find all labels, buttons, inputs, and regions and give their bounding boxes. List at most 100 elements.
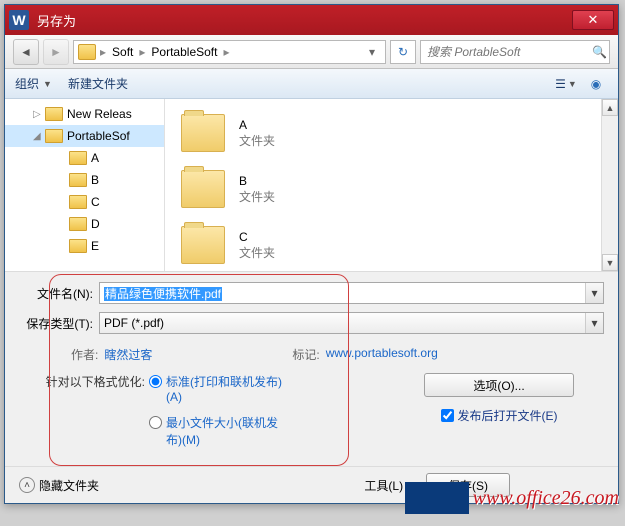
folder-item[interactable]: C文件夹 (181, 219, 602, 271)
new-folder-button[interactable]: 新建文件夹 (68, 75, 128, 92)
refresh-button[interactable]: ↻ (390, 40, 416, 64)
folder-icon (181, 226, 225, 264)
chevron-right-icon[interactable]: ▸ (219, 45, 233, 59)
folder-icon (78, 44, 96, 60)
radio-minimum[interactable]: 最小文件大小(联机发布)(M) (149, 414, 289, 448)
folder-name: A (239, 118, 275, 132)
navigation-bar: ◄ ► ▸ Soft ▸ PortableSoft ▸ ▾ ↻ 🔍 (5, 35, 618, 69)
scroll-up-button[interactable]: ▲ (602, 99, 618, 116)
tree-label: D (91, 217, 100, 231)
tree-expander[interactable]: ◢ (33, 131, 45, 142)
options-button[interactable]: 选项(O)... (424, 373, 574, 397)
breadcrumb-portablesoft[interactable]: PortableSoft (149, 45, 219, 59)
organize-label: 组织 (15, 75, 39, 92)
folder-contents: A文件夹B文件夹C文件夹 ▲ ▼ (165, 99, 618, 271)
folder-item[interactable]: B文件夹 (181, 163, 602, 215)
chevron-up-icon: ˄ (19, 477, 35, 493)
tree-label: New Releas (67, 107, 132, 121)
breadcrumb-soft[interactable]: Soft (110, 45, 135, 59)
tree-label: C (91, 195, 100, 209)
file-browser: ▷New Releas◢PortableSofABCDE A文件夹B文件夹C文件… (5, 99, 618, 271)
tree-expander[interactable]: ▷ (33, 109, 45, 120)
close-button[interactable]: ✕ (572, 10, 614, 30)
tree-item[interactable]: E (5, 235, 164, 257)
tree-item[interactable]: D (5, 213, 164, 235)
chevron-right-icon[interactable]: ▸ (135, 45, 149, 59)
folder-icon (181, 170, 225, 208)
tree-label: PortableSof (67, 129, 130, 143)
toolbar: 组织 ▼ 新建文件夹 ☰▼ ◉ (5, 69, 618, 99)
folder-icon (69, 195, 87, 209)
word-icon: W (9, 10, 29, 30)
search-icon[interactable]: 🔍 (590, 45, 609, 59)
type-dropdown[interactable]: ▾ (585, 313, 603, 333)
address-bar[interactable]: ▸ Soft ▸ PortableSoft ▸ ▾ (73, 40, 386, 64)
scroll-down-button[interactable]: ▼ (602, 254, 618, 271)
search-input[interactable] (421, 45, 590, 59)
folder-item[interactable]: A文件夹 (181, 107, 602, 159)
back-button[interactable]: ◄ (13, 39, 39, 65)
chevron-down-icon: ▼ (43, 79, 52, 89)
folder-type: 文件夹 (239, 188, 275, 205)
folder-icon (181, 114, 225, 152)
form-panel: 文件名(N): 精品绿色便携软件.pdf ▾ 保存类型(T): PDF (*.p… (5, 271, 618, 466)
open-after-checkbox[interactable]: 发布后打开文件(E) (441, 407, 558, 424)
chevron-down-icon: ▼ (407, 480, 416, 490)
radio-minimum-input[interactable] (149, 416, 162, 429)
help-button[interactable]: ◉ (584, 73, 608, 95)
tools-label: 工具(L) (364, 477, 403, 494)
folder-icon (69, 151, 87, 165)
radio-standard-label: 标准(打印和联机发布)(A) (166, 373, 289, 404)
optimize-label: 针对以下格式优化: (19, 373, 149, 458)
tree-label: A (91, 151, 99, 165)
tree-item[interactable]: B (5, 169, 164, 191)
vertical-scrollbar[interactable]: ▲ ▼ (601, 99, 618, 271)
tools-menu[interactable]: 工具(L) ▼ (364, 477, 416, 494)
filename-dropdown[interactable]: ▾ (585, 283, 603, 303)
folder-type: 文件夹 (239, 244, 275, 261)
tree-label: E (91, 239, 99, 253)
tree-label: B (91, 173, 99, 187)
author-value[interactable]: 瞎然过客 (104, 346, 152, 363)
tree-item[interactable]: C (5, 191, 164, 213)
save-as-dialog: W 另存为 ✕ ◄ ► ▸ Soft ▸ PortableSoft ▸ ▾ ↻ … (4, 4, 619, 504)
type-value: PDF (*.pdf) (100, 316, 585, 330)
tree-item[interactable]: ◢ PortableSof (5, 125, 164, 147)
folder-name: B (239, 174, 275, 188)
chevron-right-icon[interactable]: ▸ (96, 45, 110, 59)
folder-tree: ▷ New Releas ◢ PortableSof ABCDE (5, 99, 165, 271)
folder-type: 文件夹 (239, 132, 275, 149)
window-title: 另存为 (37, 11, 572, 30)
tree-item[interactable]: ▷ New Releas (5, 103, 164, 125)
folder-icon (69, 173, 87, 187)
folder-icon (45, 129, 63, 143)
type-combo[interactable]: PDF (*.pdf) ▾ (99, 312, 604, 334)
folder-icon (69, 217, 87, 231)
radio-minimum-label: 最小文件大小(联机发布)(M) (166, 414, 289, 448)
tree-item[interactable]: A (5, 147, 164, 169)
save-button[interactable]: 保存(S) (426, 473, 510, 497)
filename-label: 文件名(N): (19, 285, 99, 302)
tag-label: 标记: (292, 346, 319, 363)
type-label: 保存类型(T): (19, 315, 99, 332)
tag-value[interactable]: www.portablesoft.org (326, 346, 438, 363)
dialog-footer: ˄ 隐藏文件夹 工具(L) ▼ 保存(S) 取消 (5, 466, 618, 503)
organize-menu[interactable]: 组织 ▼ (15, 75, 52, 92)
author-label: 作者: (71, 346, 98, 363)
hide-folders-label: 隐藏文件夹 (39, 477, 99, 494)
open-after-input[interactable] (441, 409, 454, 422)
radio-standard-input[interactable] (149, 375, 162, 388)
open-after-label: 发布后打开文件(E) (458, 407, 558, 424)
address-dropdown[interactable]: ▾ (363, 45, 381, 59)
folder-name: C (239, 230, 275, 244)
forward-button[interactable]: ► (43, 39, 69, 65)
radio-standard[interactable]: 标准(打印和联机发布)(A) (149, 373, 289, 404)
view-mode-button[interactable]: ☰▼ (554, 73, 578, 95)
hide-folders-toggle[interactable]: ˄ 隐藏文件夹 (19, 477, 99, 494)
titlebar: W 另存为 ✕ (5, 5, 618, 35)
search-box: 🔍 (420, 40, 610, 64)
filename-combo: 精品绿色便携软件.pdf ▾ (99, 282, 604, 304)
filename-input[interactable]: 精品绿色便携软件.pdf (100, 285, 585, 302)
folder-icon (45, 107, 63, 121)
folder-icon (69, 239, 87, 253)
